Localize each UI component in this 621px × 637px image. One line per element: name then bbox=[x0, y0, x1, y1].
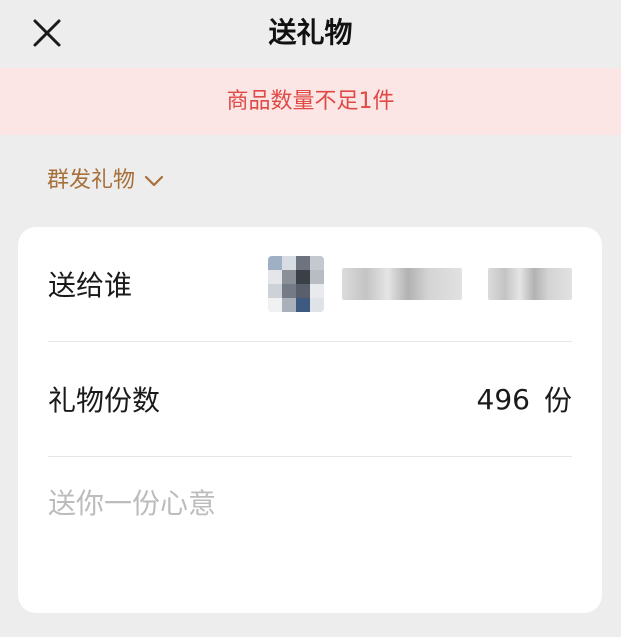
recipient-selector[interactable] bbox=[268, 256, 572, 312]
quantity-unit: 份 bbox=[543, 384, 572, 417]
recipient-row[interactable]: 送给谁 bbox=[48, 227, 572, 342]
gift-message-placeholder: 送你一份心意 bbox=[48, 487, 217, 520]
quantity-value: 496 bbox=[476, 382, 530, 416]
group-send-dropdown[interactable]: 群发礼物 bbox=[47, 164, 165, 198]
gift-form-card: 送给谁 礼物份数 496 份 送你一份心意 bbox=[18, 227, 602, 613]
avatar bbox=[268, 256, 324, 312]
quantity-value-group[interactable]: 496 份 bbox=[477, 379, 572, 419]
gift-message-input[interactable]: 送你一份心意 bbox=[48, 485, 572, 523]
top-bar: 送礼物 bbox=[0, 0, 621, 68]
chevron-down-icon bbox=[144, 175, 164, 187]
stock-warning-text: 商品数量不足1件 bbox=[226, 89, 395, 114]
stock-warning-banner: 商品数量不足1件 bbox=[0, 68, 621, 135]
quantity-label: 礼物份数 bbox=[48, 384, 161, 417]
recipient-id-blurred bbox=[488, 268, 572, 300]
quantity-row[interactable]: 礼物份数 496 份 bbox=[48, 342, 572, 457]
page-title: 送礼物 bbox=[268, 16, 353, 49]
recipient-name-blurred bbox=[342, 268, 462, 300]
recipient-label: 送给谁 bbox=[48, 269, 133, 302]
group-send-label: 群发礼物 bbox=[47, 168, 136, 193]
